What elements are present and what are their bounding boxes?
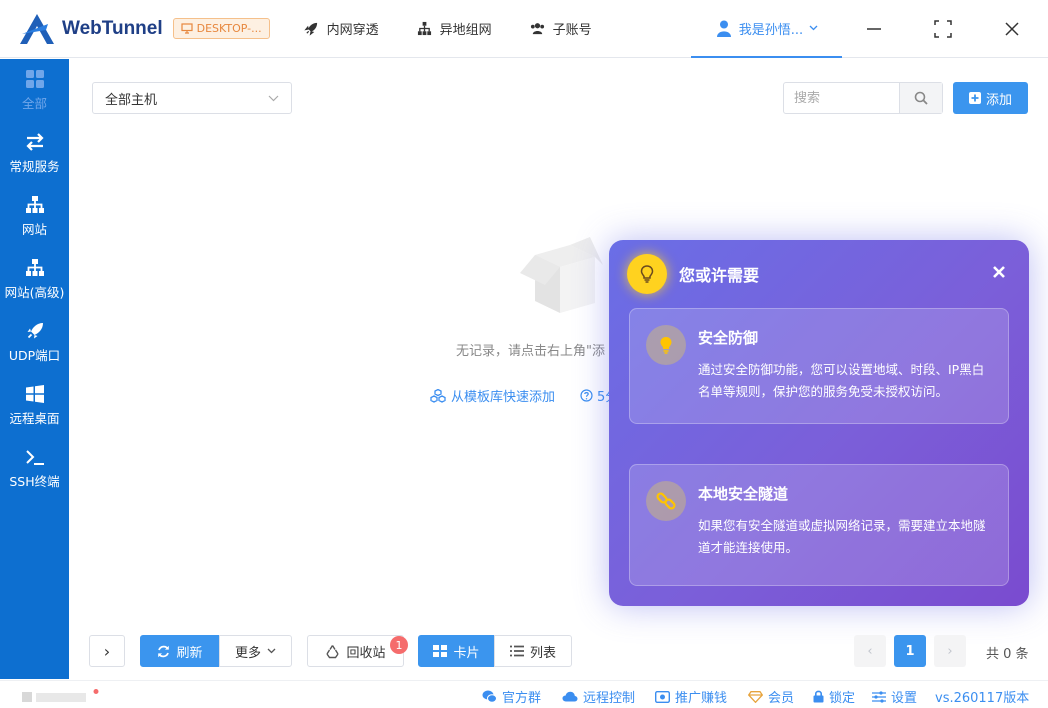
cubes-icon	[430, 388, 446, 403]
sliders-icon	[872, 690, 886, 703]
sitemap-icon	[25, 196, 44, 213]
sitemap-icon	[417, 21, 431, 36]
search-box	[783, 82, 943, 114]
sitemap-icon	[25, 259, 44, 276]
money-icon	[655, 690, 670, 703]
nav-intranet-penetration[interactable]: 内网穿透	[303, 19, 379, 38]
fullscreen-button[interactable]	[930, 16, 956, 42]
chevron-down-icon	[267, 648, 276, 654]
blurred-status-graphic	[22, 689, 99, 702]
nav-remote-network[interactable]: 异地组网	[417, 19, 492, 38]
main-nav: 内网穿透 异地组网 子账号	[303, 19, 592, 38]
close-button[interactable]	[999, 16, 1025, 42]
suggestion-card-local-tunnel[interactable]: 本地安全隧道 如果您有安全隧道或虚拟网络记录，需要建立本地隧道才能连接使用。	[629, 464, 1009, 586]
link-icon	[646, 481, 686, 521]
card-view-button[interactable]: 卡片	[418, 635, 495, 667]
grid-icon	[433, 645, 448, 657]
device-name: DESKTOP-...	[196, 22, 262, 35]
status-bar: 官方群 远程控制 推广赚钱 会员 锁定 设置 vs.260117版本	[0, 680, 1048, 708]
rocket-icon	[27, 323, 43, 339]
recycle-icon	[326, 644, 340, 658]
app-logo: WebTunnel	[18, 12, 163, 46]
exchange-icon	[25, 133, 44, 151]
card-description: 如果您有安全隧道或虚拟网络记录，需要建立本地隧道才能连接使用。	[698, 518, 986, 555]
question-circle-icon	[580, 389, 593, 402]
bulb-icon	[627, 254, 667, 294]
plus-square-icon	[968, 92, 981, 104]
page-1-button[interactable]: 1	[894, 635, 926, 667]
search-icon	[914, 91, 928, 105]
app-name: WebTunnel	[62, 17, 163, 39]
title-bar: WebTunnel DESKTOP-... 内网穿透 异地组网 子账号 我是孙悟…	[0, 0, 1048, 58]
sidebar-item-website-advanced[interactable]: 网站(高级)	[0, 248, 69, 311]
chevron-down-icon	[809, 25, 818, 31]
sidebar-item-all[interactable]: 全部	[0, 59, 69, 122]
chevron-right-icon: ›	[103, 641, 111, 661]
version-label[interactable]: vs.260117版本	[935, 687, 1029, 706]
add-button[interactable]: 添加	[953, 82, 1028, 114]
remote-control-link[interactable]: 远程控制	[562, 687, 635, 706]
empty-box-illustration	[520, 237, 603, 313]
recycle-count-badge: 1	[390, 636, 408, 654]
close-icon[interactable]	[991, 264, 1007, 280]
lock-icon	[813, 690, 824, 703]
diamond-icon	[748, 690, 763, 703]
popup-title: 您或许需要	[679, 266, 760, 285]
card-description: 通过安全防御功能，您可以设置地域、时段、IP黑白名单等规则，保护您的服务免受未授…	[698, 362, 985, 399]
more-button[interactable]: 更多	[219, 635, 292, 667]
empty-message: 无记录，请点击右上角"添	[456, 344, 605, 359]
webtunnel-logo-icon	[20, 13, 54, 44]
refresh-icon	[158, 645, 170, 657]
monitor-icon	[181, 23, 193, 34]
lock-link[interactable]: 锁定	[813, 687, 855, 706]
sidebar-item-remote-desktop[interactable]: 远程桌面	[0, 374, 69, 437]
user-name: 我是孙悟...	[738, 22, 804, 38]
terminal-icon	[25, 450, 44, 465]
bulb-icon	[646, 325, 686, 365]
sidebar-item-website[interactable]: 网站	[0, 185, 69, 248]
search-input[interactable]	[784, 83, 899, 113]
rocket-icon	[303, 22, 317, 36]
nav-sub-accounts[interactable]: 子账号	[530, 19, 592, 38]
expand-button[interactable]: ›	[89, 635, 125, 667]
suggestion-card-security[interactable]: 安全防御 通过安全防御功能，您可以设置地域、时段、IP黑白名单等规则，保护您的服…	[629, 308, 1009, 424]
recycle-bin-button[interactable]: 回收站	[307, 635, 404, 667]
chevron-down-icon	[268, 95, 279, 101]
promo-link[interactable]: 推广赚钱	[655, 687, 727, 706]
user-menu[interactable]: 我是孙悟...	[691, 0, 842, 58]
sidebar-item-ssh-terminal[interactable]: SSH终端	[0, 437, 69, 500]
minimize-icon	[867, 28, 881, 30]
template-link[interactable]: 从模板库快速添加	[430, 386, 555, 405]
cloud-icon	[562, 691, 578, 702]
next-page-button[interactable]: ›	[934, 635, 966, 667]
sidebar-item-udp-port[interactable]: UDP端口	[0, 311, 69, 374]
device-badge[interactable]: DESKTOP-...	[172, 18, 270, 39]
list-view-button[interactable]: 列表	[494, 635, 572, 667]
card-title: 安全防御	[698, 329, 759, 347]
search-button[interactable]	[899, 83, 942, 113]
sidebar: 全部 常规服务 网站 网站(高级) UDP端口 远程桌面 SSH终端	[0, 59, 69, 679]
card-title: 本地安全隧道	[698, 485, 789, 503]
suggestion-popup: 您或许需要 安全防御 通过安全防御功能，您可以设置地域、时段、IP黑白名单等规则…	[609, 240, 1029, 606]
user-icon	[716, 20, 731, 37]
total-count: 共 0 条	[986, 647, 1029, 662]
popup-header: 您或许需要	[627, 254, 759, 294]
official-group-link[interactable]: 官方群	[482, 687, 541, 706]
close-icon	[1005, 22, 1019, 36]
windows-icon	[25, 385, 44, 403]
refresh-button[interactable]: 刷新	[140, 635, 220, 667]
sidebar-item-regular-service[interactable]: 常规服务	[0, 122, 69, 185]
settings-link[interactable]: 设置	[872, 687, 917, 706]
vip-link[interactable]: 会员	[748, 687, 794, 706]
host-select[interactable]: 全部主机	[92, 82, 292, 114]
users-icon	[530, 23, 544, 35]
host-select-value: 全部主机	[105, 92, 158, 108]
wechat-icon	[482, 690, 497, 703]
grid-icon	[25, 70, 44, 88]
list-icon	[509, 645, 524, 657]
fullscreen-icon	[934, 20, 952, 38]
minimize-button[interactable]	[861, 16, 887, 42]
prev-page-button[interactable]: ‹	[854, 635, 886, 667]
